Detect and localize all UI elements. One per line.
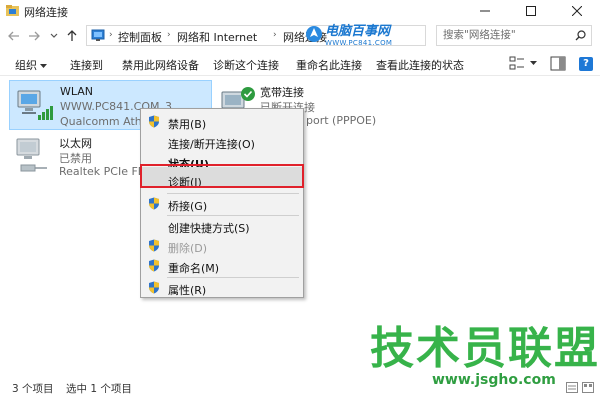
close-icon: [572, 6, 582, 16]
caret-down-icon: [40, 64, 47, 68]
connection-name: WLAN: [60, 85, 94, 98]
maximize-button[interactable]: [508, 0, 554, 22]
wifi-adapter-icon: [17, 90, 53, 120]
watermark-jsgho-text: 技术员联盟: [370, 323, 600, 374]
connection-status: 已禁用: [59, 152, 92, 165]
arrow-up-icon: [67, 30, 77, 41]
window-title: 网络连接: [24, 6, 68, 19]
preview-pane-icon[interactable]: [550, 56, 566, 71]
rename-button[interactable]: 重命名此连接: [296, 57, 362, 73]
menu-item-label: 属性(R): [168, 284, 207, 297]
command-bar: 组织 连接到 禁用此网络设备 诊断这个连接 重命名此连接 查看此连接的状态 ?: [0, 52, 600, 76]
chevron-right-icon: ›: [109, 30, 113, 40]
connect-to-button[interactable]: 连接到: [70, 57, 103, 73]
arrow-right-icon: [29, 31, 40, 41]
minimize-button[interactable]: [462, 0, 508, 22]
watermark-jsgho-url: www.jsgho.com: [432, 372, 556, 388]
menu-item-connect-disconnect[interactable]: 连接/断开连接(O): [141, 132, 303, 152]
menu-item-label: 禁用(B): [168, 118, 207, 131]
organize-label: 组织: [15, 59, 37, 72]
view-status-button[interactable]: 查看此连接的状态: [376, 57, 464, 73]
menu-item-label: 删除(D): [168, 242, 208, 255]
network-folder-icon: [6, 5, 19, 16]
watermark-logo-url: WWW.PC841.COM: [325, 39, 393, 47]
connection-adapter: Realtek PCIe FE: [59, 165, 145, 178]
menu-item-label: 连接/断开连接(O): [168, 138, 255, 151]
menu-item-create-shortcut[interactable]: 创建快捷方式(S): [141, 216, 303, 236]
maximize-icon: [526, 6, 536, 16]
search-box[interactable]: [436, 25, 592, 46]
recent-locations-button[interactable]: [46, 28, 62, 44]
selected-count: 选中 1 个项目: [66, 383, 132, 395]
search-input[interactable]: [443, 26, 563, 44]
help-icon[interactable]: ?: [579, 57, 593, 71]
uac-shield-icon: [149, 197, 159, 210]
title-bar: 网络连接: [0, 0, 600, 22]
minimize-icon: [480, 10, 490, 12]
watermark-logo-pc841: 电脑百事网 WWW.PC841.COM: [305, 25, 392, 47]
search-icon: [575, 30, 586, 41]
uac-shield-icon: [149, 239, 159, 252]
disable-device-button[interactable]: 禁用此网络设备: [122, 57, 199, 73]
pc841-logo-icon: [306, 26, 322, 42]
arrow-left-icon: [8, 31, 19, 41]
change-view-icon[interactable]: [509, 56, 525, 71]
menu-item-rename[interactable]: 重命名(M): [141, 256, 303, 276]
chevron-right-icon: ›: [273, 30, 277, 40]
details-view-icon[interactable]: [566, 382, 578, 393]
menu-item-delete: 删除(D): [141, 236, 303, 256]
watermark-logo-text: 电脑百事网: [325, 24, 391, 39]
connection-name: 以太网: [59, 137, 92, 150]
organize-button[interactable]: 组织: [15, 57, 47, 73]
control-panel-icon: [91, 29, 105, 41]
forward-button[interactable]: [26, 28, 42, 44]
highlight-annotation-box: [140, 164, 304, 188]
chevron-right-icon: ›: [167, 30, 171, 40]
menu-item-label: 重命名(M): [168, 262, 220, 275]
menu-item-label: 创建快捷方式(S): [168, 222, 250, 235]
up-button[interactable]: [64, 28, 80, 44]
context-menu: 禁用(B) 连接/断开连接(O) 状态(U) 诊断(I) 桥接(G) 创建快捷方…: [140, 108, 304, 298]
connection-item-ethernet[interactable]: 以太网 已禁用 Realtek PCIe FE: [9, 133, 149, 181]
item-count: 3 个项目: [12, 383, 54, 395]
ethernet-adapter-icon: [16, 138, 47, 172]
uac-shield-icon: [149, 281, 159, 294]
close-button[interactable]: [554, 0, 600, 22]
large-icons-view-icon[interactable]: [582, 382, 594, 393]
chevron-down-icon: [50, 33, 58, 38]
connection-name: 宽带连接: [260, 86, 304, 99]
uac-shield-icon: [149, 115, 159, 128]
breadcrumb-network-internet[interactable]: 网络和 Internet: [177, 29, 257, 45]
diagnose-button[interactable]: 诊断这个连接: [213, 57, 279, 73]
menu-item-label: 桥接(G): [168, 200, 208, 213]
menu-item-disable[interactable]: 禁用(B): [141, 112, 303, 132]
back-button[interactable]: [6, 28, 22, 44]
menu-item-properties[interactable]: 属性(R): [141, 278, 303, 298]
connection-adapter: port (PPPOE): [306, 114, 377, 127]
menu-item-bridge[interactable]: 桥接(G): [141, 194, 303, 214]
view-options-caret-icon[interactable]: [530, 61, 537, 65]
uac-shield-icon: [149, 259, 159, 272]
breadcrumb-control-panel[interactable]: 控制面板: [118, 29, 162, 45]
